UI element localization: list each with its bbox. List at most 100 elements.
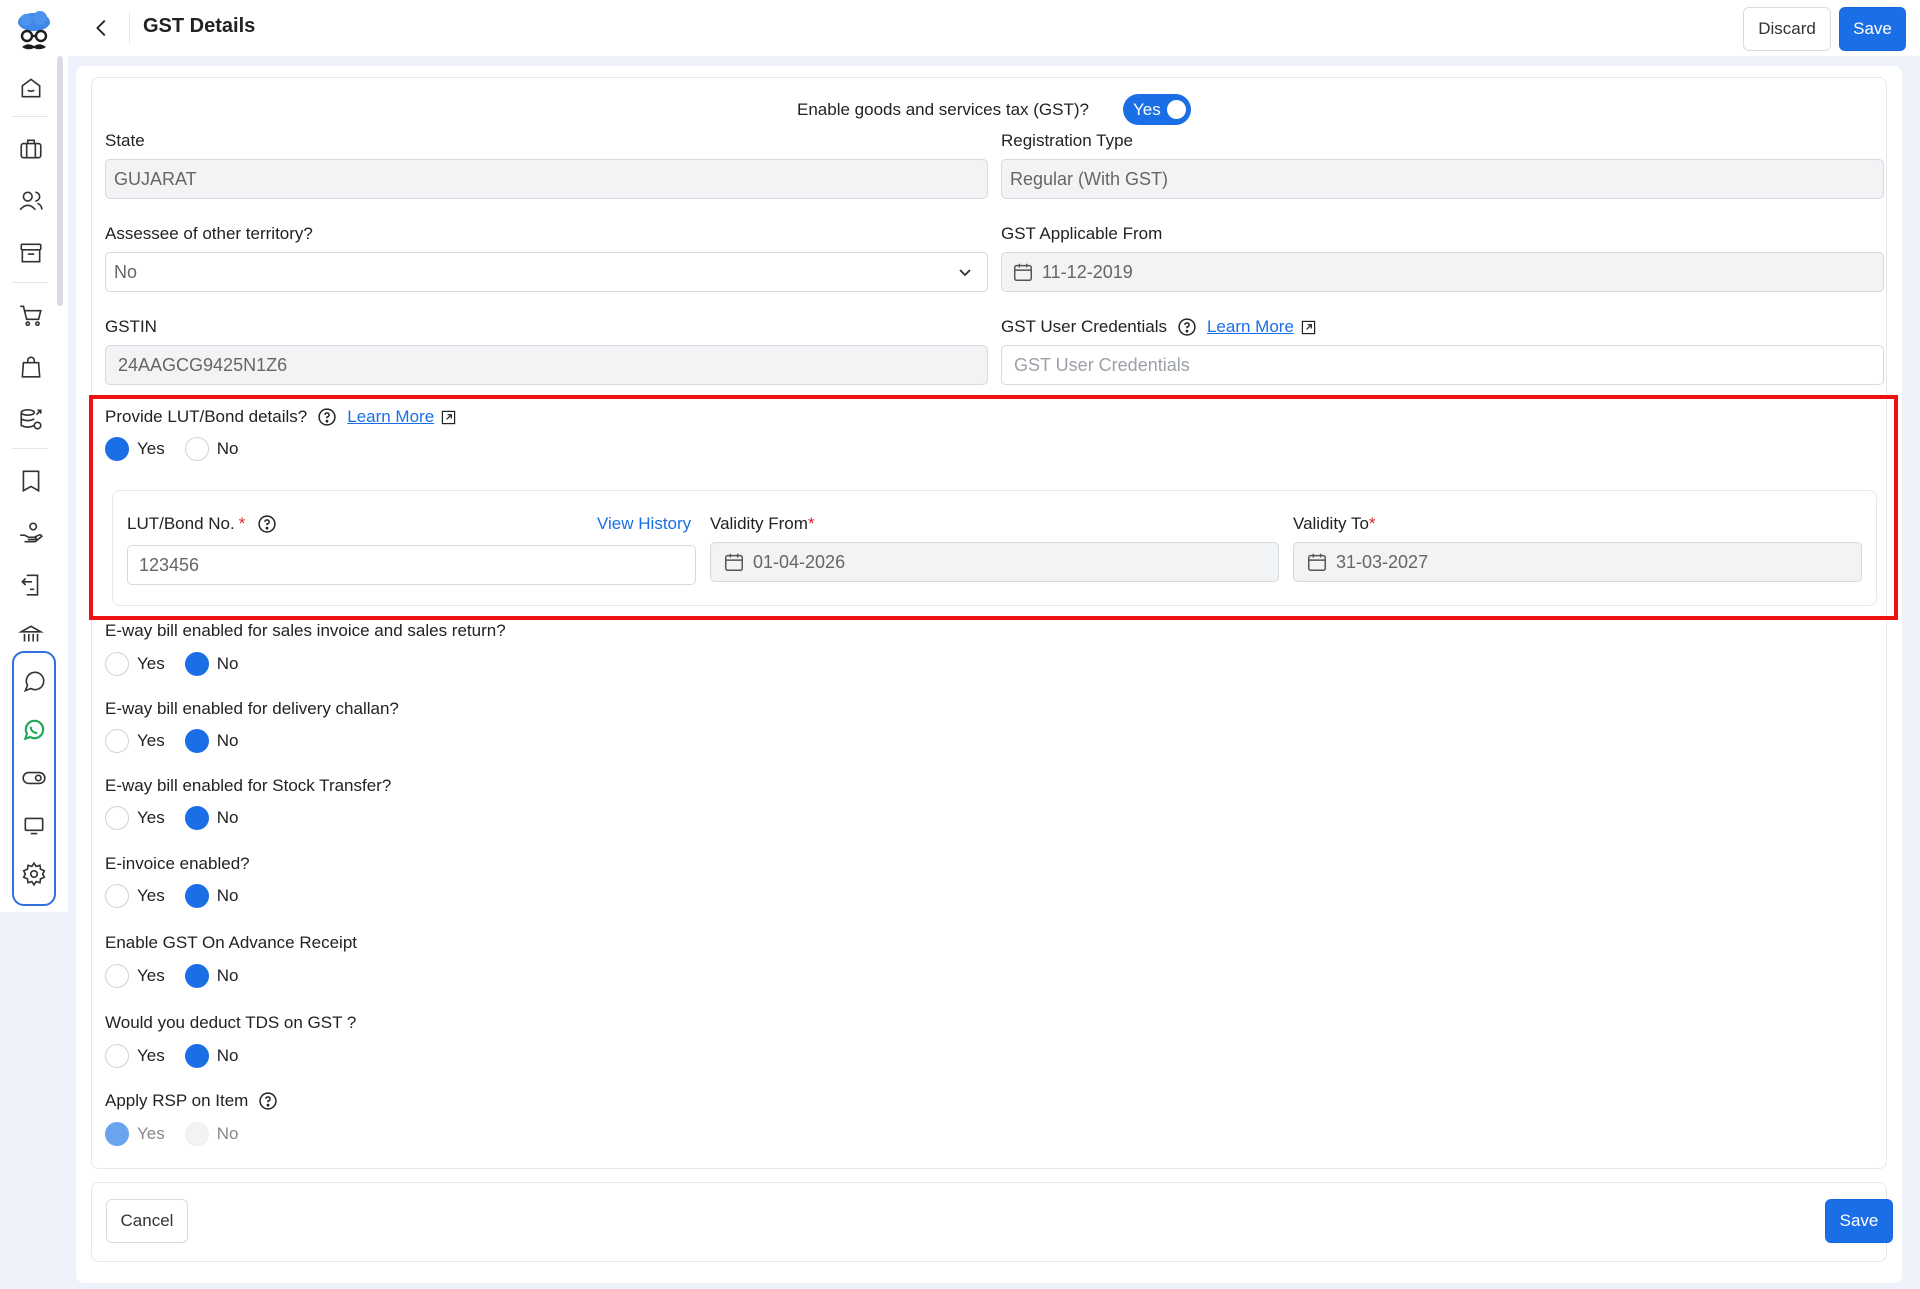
cart-icon[interactable]: [14, 298, 48, 332]
save-bottom-button[interactable]: Save: [1825, 1199, 1893, 1243]
help-circle-icon[interactable]: [257, 514, 277, 534]
hand-coins-icon[interactable]: [14, 516, 48, 550]
sidebar-divider: [12, 282, 48, 283]
lut-yes-label: Yes: [137, 439, 165, 458]
gst-user-credentials-input[interactable]: GST User Credentials: [1001, 345, 1884, 385]
help-circle-icon[interactable]: [1177, 317, 1197, 337]
toggle-icon[interactable]: [17, 761, 51, 795]
assessee-select[interactable]: No: [105, 252, 988, 292]
validity-from-label: Validity From: [710, 514, 808, 533]
enable-gst-question: Enable goods and services tax (GST)?: [797, 100, 1089, 119]
gst-advance-receipt-question: Enable GST On Advance Receipt: [105, 933, 358, 952]
calendar-icon: [1306, 551, 1328, 573]
chevron-left-icon: [96, 20, 106, 36]
validity-to-value: 31-03-2027: [1336, 551, 1429, 572]
lut-yes-radio[interactable]: [105, 437, 129, 461]
gstin-label: GSTIN: [105, 317, 157, 336]
back-button[interactable]: [88, 14, 116, 42]
help-circle-icon[interactable]: [317, 407, 337, 427]
monitor-icon[interactable]: [17, 809, 51, 843]
gst-applicable-from-value: 11-12-2019: [1042, 261, 1133, 282]
content-card: Cancel Save: [76, 66, 1902, 1283]
radio-no-label: No: [216, 731, 239, 750]
home-icon[interactable]: [14, 71, 48, 105]
eway-stock-radio-group: Yes No: [105, 806, 258, 830]
enable-gst-toggle[interactable]: Yes: [1123, 94, 1191, 125]
state-label: State: [105, 131, 145, 150]
einvoice-no-radio[interactable]: [184, 884, 209, 908]
lut-question-row: Provide LUT/Bond details? Learn More: [105, 407, 456, 427]
validity-from-value: 01-04-2026: [753, 551, 846, 572]
app-logo-icon[interactable]: [14, 10, 54, 54]
chat-icon[interactable]: [17, 665, 51, 699]
lut-learn-more-link[interactable]: Learn More: [347, 407, 434, 427]
tds-radio-group: Yes No: [105, 1044, 258, 1068]
validity-to-field[interactable]: 31-03-2027: [1293, 542, 1862, 582]
eway-stock-question: E-way bill enabled for Stock Transfer?: [105, 776, 392, 795]
help-circle-icon[interactable]: [258, 1091, 278, 1111]
radio-no-label: No: [216, 886, 239, 905]
sidebar-divider: [12, 116, 48, 117]
gstin-field[interactable]: 24AAGCG9425N1Z6: [105, 345, 988, 385]
settings-icon[interactable]: [17, 857, 51, 891]
rsp-yes-radio[interactable]: [105, 1122, 129, 1146]
eway-sales-no-radio[interactable]: [184, 652, 209, 676]
save-button[interactable]: Save: [1839, 7, 1906, 51]
tds-no-radio[interactable]: [184, 1044, 209, 1068]
assessee-label: Assessee of other territory?: [105, 224, 313, 243]
einvoice-yes-radio[interactable]: [105, 884, 129, 908]
discard-button[interactable]: Discard: [1743, 7, 1831, 51]
form-footer: Cancel Save: [91, 1182, 1893, 1262]
tds-yes-radio[interactable]: [105, 1044, 129, 1068]
chevron-down-icon: [959, 269, 971, 277]
sidebar-scrollbar[interactable]: [57, 56, 63, 306]
gst-advance-no-radio[interactable]: [184, 964, 209, 988]
lut-no-radio[interactable]: [184, 437, 209, 461]
database-export-icon[interactable]: [14, 402, 48, 436]
external-link-icon[interactable]: [441, 410, 456, 425]
view-history-link[interactable]: View History: [597, 514, 691, 534]
gst-user-credentials-label: GST User Credentials: [1001, 317, 1167, 336]
gst-applicable-from-field[interactable]: 11-12-2019: [1001, 252, 1884, 292]
gst-credentials-learn-more-link[interactable]: Learn More: [1207, 317, 1294, 337]
calendar-icon: [723, 551, 745, 573]
registration-type-field[interactable]: Regular (With GST): [1001, 159, 1884, 199]
sidebar-quick-tools: [12, 651, 56, 906]
sidebar-divider: [12, 448, 48, 449]
eway-challan-no-radio[interactable]: [184, 729, 209, 753]
gst-advance-receipt-radio-group: Yes No: [105, 964, 258, 988]
toggle-label: Yes: [1133, 99, 1161, 119]
eway-sales-yes-radio[interactable]: [105, 652, 129, 676]
header-divider: [129, 12, 130, 44]
lut-bond-no-label: LUT/Bond No.: [127, 514, 235, 533]
validity-from-field[interactable]: 01-04-2026: [710, 542, 1279, 582]
einvoice-radio-group: Yes No: [105, 884, 258, 908]
receipt-icon[interactable]: [14, 568, 48, 602]
eway-challan-yes-radio[interactable]: [105, 729, 129, 753]
sidebar-bottom-fill: [0, 912, 68, 1289]
bank-icon[interactable]: [14, 618, 48, 652]
rsp-question-row: Apply RSP on Item: [105, 1091, 278, 1111]
external-link-icon[interactable]: [1301, 320, 1316, 335]
bag-icon[interactable]: [14, 350, 48, 384]
users-icon[interactable]: [14, 184, 48, 218]
required-mark: *: [1368, 514, 1376, 533]
state-field[interactable]: GUJARAT: [105, 159, 988, 199]
archive-icon[interactable]: [14, 236, 48, 270]
assessee-value: No: [114, 261, 138, 282]
gst-advance-yes-radio[interactable]: [105, 964, 129, 988]
cancel-button[interactable]: Cancel: [106, 1199, 188, 1243]
briefcase-icon[interactable]: [14, 132, 48, 166]
rsp-no-radio[interactable]: [184, 1122, 209, 1146]
required-mark: *: [238, 514, 246, 533]
eway-challan-question: E-way bill enabled for delivery challan?: [105, 699, 399, 718]
tds-question: Would you deduct TDS on GST ?: [105, 1013, 357, 1032]
radio-yes-label: Yes: [137, 731, 165, 750]
lut-radio-group: Yes No: [105, 437, 258, 461]
lut-bond-no-input[interactable]: 123456: [127, 545, 696, 585]
registration-type-label: Registration Type: [1001, 131, 1133, 150]
whatsapp-icon[interactable]: [17, 713, 51, 747]
eway-stock-yes-radio[interactable]: [105, 806, 129, 830]
book-icon[interactable]: [14, 464, 48, 498]
eway-stock-no-radio[interactable]: [184, 806, 209, 830]
